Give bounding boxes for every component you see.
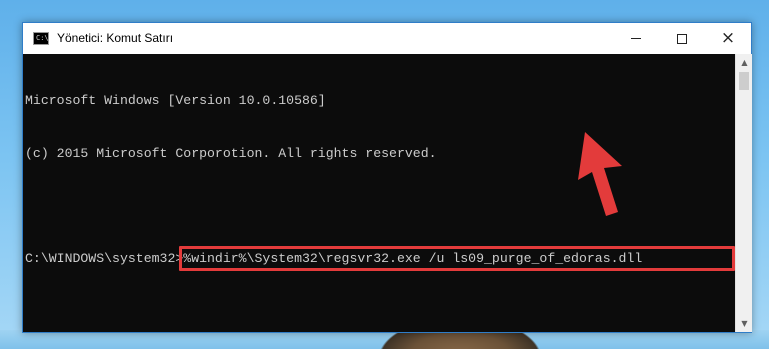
minimize-icon xyxy=(631,38,641,39)
close-icon: × xyxy=(720,28,736,48)
console-line: Microsoft Windows [Version 10.0.10586] xyxy=(25,93,326,108)
prompt-text: C:\WINDOWS\system32> xyxy=(25,250,184,266)
command-highlight-box xyxy=(179,245,735,271)
title-bar[interactable]: C:\ Yönetici: Komut Satırı × xyxy=(23,23,751,54)
minimize-button[interactable] xyxy=(613,23,659,54)
scroll-up-icon[interactable]: ▲ xyxy=(736,54,753,71)
scrollbar-thumb[interactable] xyxy=(739,72,749,90)
vertical-scrollbar[interactable]: ▲ ▼ xyxy=(735,54,752,332)
maximize-button[interactable] xyxy=(659,23,705,54)
red-arrow-icon xyxy=(578,132,622,216)
command-prompt-window: C:\ Yönetici: Komut Satırı × Microsoft W… xyxy=(22,22,752,333)
maximize-icon xyxy=(677,33,687,44)
scroll-down-icon[interactable]: ▼ xyxy=(736,315,753,332)
close-button[interactable]: × xyxy=(705,23,751,54)
cmd-icon[interactable]: C:\ xyxy=(33,32,49,45)
window-title: Yönetici: Komut Satırı xyxy=(57,31,174,45)
command-line[interactable]: C:\WINDOWS\system32>%windir%\System32\re… xyxy=(25,245,735,271)
